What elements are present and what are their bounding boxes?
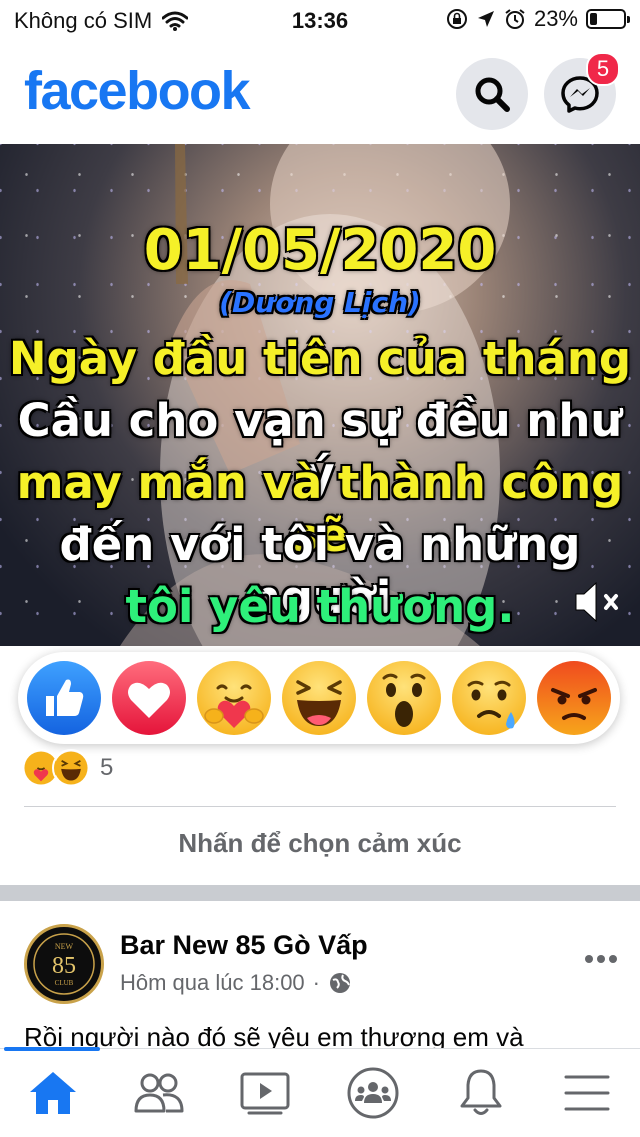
image-text-line: 01/05/2020 bbox=[143, 218, 497, 283]
tab-groups[interactable] bbox=[320, 1049, 426, 1137]
status-bar: Không có SIM 13:36 23% bbox=[0, 0, 640, 44]
tap-to-react-label[interactable]: Nhấn để chọn cảm xúc bbox=[0, 828, 640, 859]
messenger-button[interactable]: 5 bbox=[544, 52, 620, 130]
avatar-text-top: NEW bbox=[55, 942, 74, 951]
notifications-icon bbox=[460, 1069, 502, 1115]
more-options-button[interactable] bbox=[584, 938, 618, 972]
page-avatar[interactable]: NEW 85 CLUB bbox=[24, 924, 104, 1004]
tab-notifications[interactable] bbox=[428, 1049, 534, 1137]
alarm-icon bbox=[505, 9, 525, 29]
post-time[interactable]: Hôm qua lúc 18:00 bbox=[120, 970, 305, 996]
globe-icon bbox=[330, 973, 350, 993]
search-button[interactable] bbox=[456, 58, 528, 130]
haha-icon bbox=[282, 661, 356, 735]
facebook-logo[interactable]: facebook bbox=[24, 60, 251, 122]
status-right: 23% bbox=[446, 6, 630, 32]
meta-separator: · bbox=[312, 970, 320, 995]
image-text-line: Ngày đầu tiên của tháng bbox=[8, 332, 632, 385]
menu-icon bbox=[564, 1075, 610, 1111]
wow-icon bbox=[367, 661, 441, 735]
groups-icon bbox=[347, 1067, 399, 1119]
mute-button[interactable] bbox=[574, 580, 622, 629]
more-icon bbox=[585, 955, 617, 963]
search-icon bbox=[475, 77, 510, 112]
avatar-text-bottom: CLUB bbox=[55, 979, 74, 987]
post-image[interactable]: 01/05/2020 (Dương Lịch) Ngày đầu tiên củ… bbox=[0, 144, 640, 646]
tab-menu[interactable] bbox=[534, 1049, 640, 1137]
haha-mini-icon bbox=[52, 749, 90, 787]
divider bbox=[24, 806, 616, 807]
location-icon bbox=[477, 11, 494, 27]
home-icon bbox=[30, 1072, 76, 1114]
battery-icon bbox=[586, 9, 630, 29]
battery-level bbox=[590, 13, 598, 25]
wow-reaction-button[interactable] bbox=[366, 660, 442, 736]
bottom-tab-bar bbox=[0, 1047, 640, 1137]
reaction-picker bbox=[18, 652, 620, 744]
messenger-badge: 5 bbox=[586, 52, 620, 86]
angry-icon bbox=[537, 661, 611, 735]
tab-friends[interactable] bbox=[106, 1049, 212, 1137]
tab-watch[interactable] bbox=[212, 1049, 318, 1137]
reaction-count: 5 bbox=[100, 754, 114, 781]
angry-reaction-button[interactable] bbox=[536, 660, 612, 736]
like-icon bbox=[27, 661, 101, 735]
image-text-line: tôi yêu thương. bbox=[125, 580, 515, 633]
watch-icon bbox=[240, 1072, 290, 1115]
orientation-lock-icon bbox=[446, 9, 467, 29]
care-icon bbox=[197, 661, 271, 735]
club-logo: NEW 85 CLUB bbox=[33, 933, 95, 995]
post-meta: Hôm qua lúc 18:00 · bbox=[120, 970, 352, 996]
avatar-text-mid: 85 bbox=[52, 953, 76, 979]
care-reaction-button[interactable] bbox=[196, 660, 272, 736]
page-name[interactable]: Bar New 85 Gò Vấp bbox=[120, 930, 368, 961]
battery-percent: 23% bbox=[533, 6, 578, 31]
app-header: facebook 5 bbox=[0, 44, 640, 144]
sad-icon bbox=[452, 661, 526, 735]
sad-reaction-button[interactable] bbox=[451, 660, 527, 736]
image-text-line: (Dương Lịch) bbox=[219, 286, 421, 319]
reaction-summary[interactable]: 5 bbox=[22, 748, 113, 788]
haha-reaction-button[interactable] bbox=[281, 660, 357, 736]
love-reaction-button[interactable] bbox=[111, 660, 187, 736]
friends-icon bbox=[134, 1073, 184, 1113]
section-separator bbox=[0, 885, 640, 901]
speaker-muted-icon bbox=[575, 581, 618, 623]
love-icon bbox=[112, 661, 186, 735]
like-reaction-button[interactable] bbox=[26, 660, 102, 736]
tab-home[interactable] bbox=[0, 1049, 106, 1137]
post-text: Rồi người nào đó sẽ yêu em thương em và bbox=[24, 1022, 524, 1048]
